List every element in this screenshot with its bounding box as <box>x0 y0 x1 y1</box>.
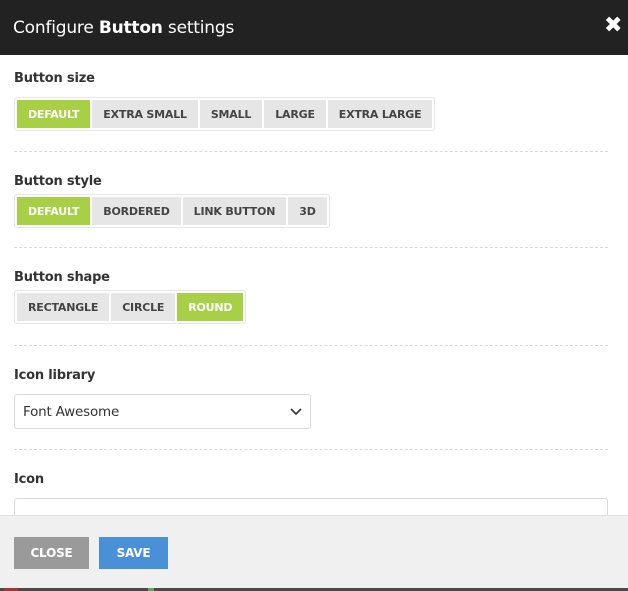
button-shape-option[interactable]: ROUND <box>177 293 244 321</box>
modal-body: Button size DEFAULT EXTRA SMALL SMALL LARGE… <box>0 55 628 515</box>
button-size-option[interactable]: LARGE <box>264 100 326 128</box>
modal-header: Configure Button settings ✖ <box>0 0 628 55</box>
field-label: Icon library <box>14 368 96 383</box>
button-shape-option[interactable]: CIRCLE <box>111 293 176 321</box>
field-label: Button shape <box>14 270 110 285</box>
field-label: Icon <box>14 472 44 487</box>
button-size-option[interactable]: EXTRA LARGE <box>327 100 433 128</box>
button-shape-option[interactable]: RECTANGLE <box>17 293 110 321</box>
title-bold: Button <box>98 17 163 38</box>
button-size-group: DEFAULT EXTRA SMALL SMALL LARGE EXTRA LARGE <box>14 97 436 131</box>
button-size-option[interactable]: DEFAULT <box>17 100 91 128</box>
title-suffix: settings <box>162 17 235 38</box>
button-style-option[interactable]: LINK BUTTON <box>182 197 287 225</box>
select-value: Font Awesome <box>23 403 120 420</box>
field-icon: Icon <box>14 450 608 515</box>
button-style-group: DEFAULT BORDERED LINK BUTTON 3D <box>14 194 330 228</box>
save-button[interactable]: SAVE <box>99 537 168 569</box>
field-icon-library: Icon library Font Awesome <box>14 346 608 429</box>
modal-title: Configure Button settings <box>13 18 234 38</box>
chevron-down-icon <box>290 407 302 416</box>
field-button-shape: Button shape RECTANGLE CIRCLE ROUND <box>14 248 608 324</box>
button-style-option[interactable]: DEFAULT <box>17 197 91 225</box>
icon-library-select[interactable]: Font Awesome <box>14 394 311 429</box>
field-label: Button style <box>14 174 102 189</box>
title-prefix: Configure <box>13 17 99 38</box>
field-button-style: Button style DEFAULT BORDERED LINK BUTTON 3… <box>14 152 608 228</box>
button-size-option[interactable]: EXTRA SMALL <box>92 100 198 128</box>
close-button[interactable]: CLOSE <box>14 537 89 569</box>
close-icon[interactable]: ✖ <box>604 15 622 37</box>
button-shape-group: RECTANGLE CIRCLE ROUND <box>14 290 247 324</box>
button-style-option[interactable]: BORDERED <box>92 197 181 225</box>
button-style-option[interactable]: 3D <box>288 197 327 225</box>
field-button-size: Button size DEFAULT EXTRA SMALL SMALL LARGE… <box>14 55 608 131</box>
button-size-option[interactable]: SMALL <box>199 100 263 128</box>
field-label: Button size <box>14 71 95 86</box>
modal-footer: CLOSE SAVE <box>0 515 628 588</box>
icon-picker[interactable] <box>14 498 608 515</box>
